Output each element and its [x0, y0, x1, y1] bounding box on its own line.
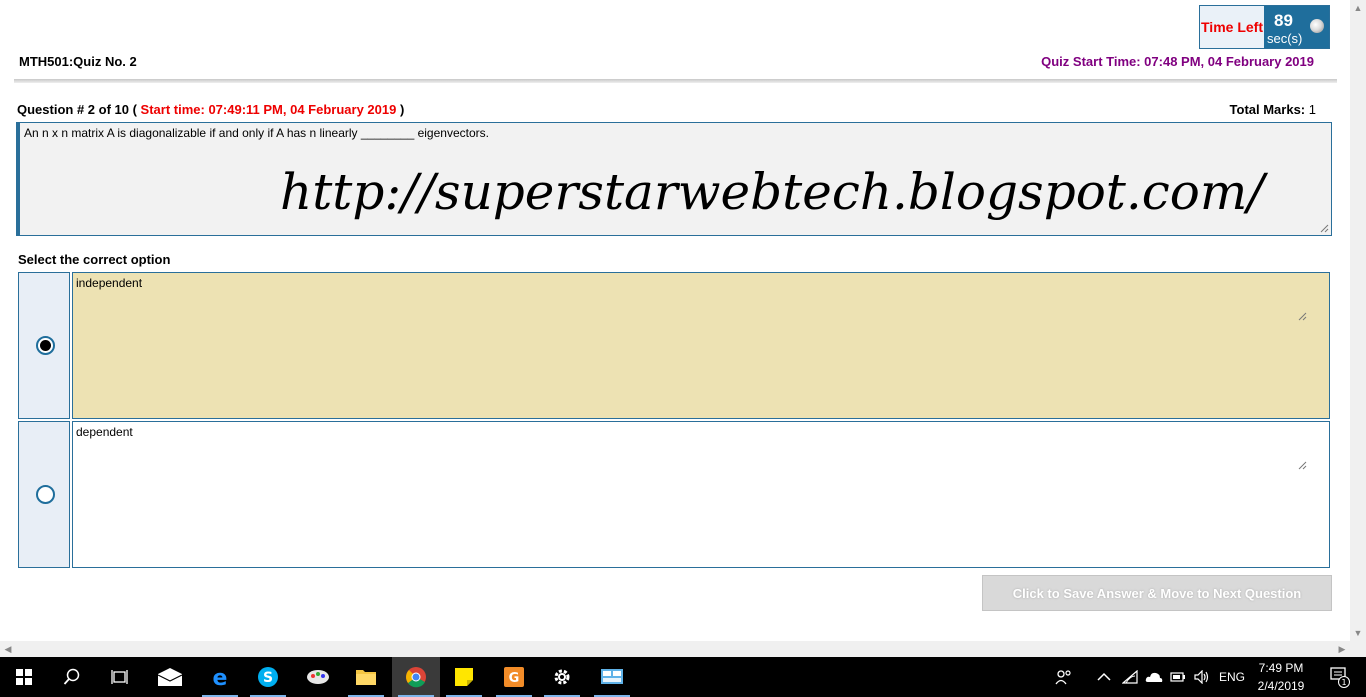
- option-2-text: dependent: [76, 425, 133, 439]
- question-textbox[interactable]: An n x n matrix A is diagonalizable if a…: [16, 122, 1332, 236]
- question-number: Question # 2 of 10 (: [17, 102, 137, 117]
- timer-knob-icon: [1310, 19, 1324, 33]
- language-indicator[interactable]: ENG: [1219, 670, 1245, 684]
- search-icon[interactable]: [48, 657, 96, 697]
- settings-icon[interactable]: [538, 657, 586, 697]
- resize-grip-icon[interactable]: [1297, 460, 1307, 470]
- quiz-page: Time Left 89 sec(s) MTH501:Quiz No. 2 Qu…: [0, 0, 1350, 641]
- option-2-radio-cell[interactable]: [18, 421, 70, 568]
- question-header-close: ): [399, 102, 405, 117]
- taskbar-clock[interactable]: 7:49 PM 2/4/2019: [1248, 659, 1314, 695]
- time-left-value-box: 89 sec(s): [1264, 6, 1329, 48]
- svg-text:e: e: [213, 666, 228, 688]
- total-marks-label: Total Marks:: [1229, 102, 1306, 117]
- wifi-icon[interactable]: [1118, 657, 1142, 697]
- total-marks: Total Marks: 1: [1230, 102, 1316, 117]
- scroll-up-icon[interactable]: ▲: [1350, 0, 1366, 16]
- question-header: Question # 2 of 10 ( Start time: 07:49:1…: [17, 102, 404, 117]
- option-1-textbox[interactable]: independent: [72, 272, 1330, 419]
- horizontal-scrollbar[interactable]: ◀ ▶: [0, 641, 1350, 657]
- resize-grip-icon[interactable]: [1297, 311, 1307, 321]
- notification-count: 1: [1341, 678, 1346, 687]
- resize-grip-icon[interactable]: [1319, 223, 1329, 233]
- select-option-label: Select the correct option: [18, 252, 171, 267]
- skype-icon[interactable]: S: [244, 657, 292, 697]
- battery-icon[interactable]: [1166, 657, 1190, 697]
- option-2-radio[interactable]: [36, 485, 55, 504]
- taskbar: e S G ENG 7:49 PM 2/4/2019 1: [0, 657, 1366, 697]
- onedrive-icon[interactable]: [1142, 657, 1166, 697]
- save-and-next-button[interactable]: Click to Save Answer & Move to Next Ques…: [982, 575, 1332, 611]
- clock-date: 2/4/2019: [1257, 679, 1305, 693]
- scrollbar-corner: [1350, 641, 1366, 657]
- quiz-title: MTH501:Quiz No. 2: [19, 54, 137, 69]
- scroll-left-icon[interactable]: ◀: [0, 641, 16, 657]
- paint-icon[interactable]: [294, 657, 342, 697]
- scroll-down-icon[interactable]: ▼: [1350, 625, 1366, 641]
- file-explorer-icon[interactable]: [342, 657, 390, 697]
- option-1-text: independent: [76, 276, 143, 290]
- edge-icon[interactable]: e: [196, 657, 244, 697]
- notification-center-icon[interactable]: 1: [1320, 657, 1360, 697]
- people-icon[interactable]: [1046, 657, 1082, 697]
- volume-icon[interactable]: [1190, 657, 1214, 697]
- question-start-time: Start time: 07:49:11 PM, 04 February 201…: [140, 102, 397, 117]
- clock-time: 7:49 PM: [1258, 661, 1304, 675]
- pdf-icon[interactable]: G: [490, 657, 538, 697]
- control-panel-icon[interactable]: [588, 657, 636, 697]
- sticky-notes-icon[interactable]: [440, 657, 488, 697]
- quiz-start-time: Quiz Start Time: 07:48 PM, 04 February 2…: [1041, 54, 1314, 69]
- vertical-scrollbar[interactable]: ▲ ▼: [1350, 0, 1366, 641]
- option-1-radio[interactable]: [36, 336, 55, 355]
- time-left-unit: sec(s): [1267, 31, 1303, 46]
- question-text: An n x n matrix A is diagonalizable if a…: [24, 126, 489, 140]
- windows-start-icon[interactable]: [0, 657, 48, 697]
- time-left-seconds: 89: [1274, 11, 1293, 30]
- task-view-icon[interactable]: [96, 657, 144, 697]
- svg-text:S: S: [263, 670, 273, 686]
- watermark-url: http://superstarwebtech.blogspot.com/: [280, 163, 1265, 221]
- option-1-radio-cell[interactable]: [18, 272, 70, 419]
- option-2-textbox[interactable]: dependent: [72, 421, 1330, 568]
- time-left-label: Time Left: [1200, 6, 1264, 48]
- scroll-right-icon[interactable]: ▶: [1334, 641, 1350, 657]
- svg-text:G: G: [509, 671, 520, 686]
- total-marks-value: 1: [1308, 102, 1316, 117]
- header-divider: [14, 79, 1337, 83]
- time-left-widget: Time Left 89 sec(s): [1199, 5, 1330, 49]
- chevron-up-icon[interactable]: [1090, 657, 1118, 697]
- mail-icon[interactable]: [146, 657, 194, 697]
- chrome-icon[interactable]: [392, 657, 440, 697]
